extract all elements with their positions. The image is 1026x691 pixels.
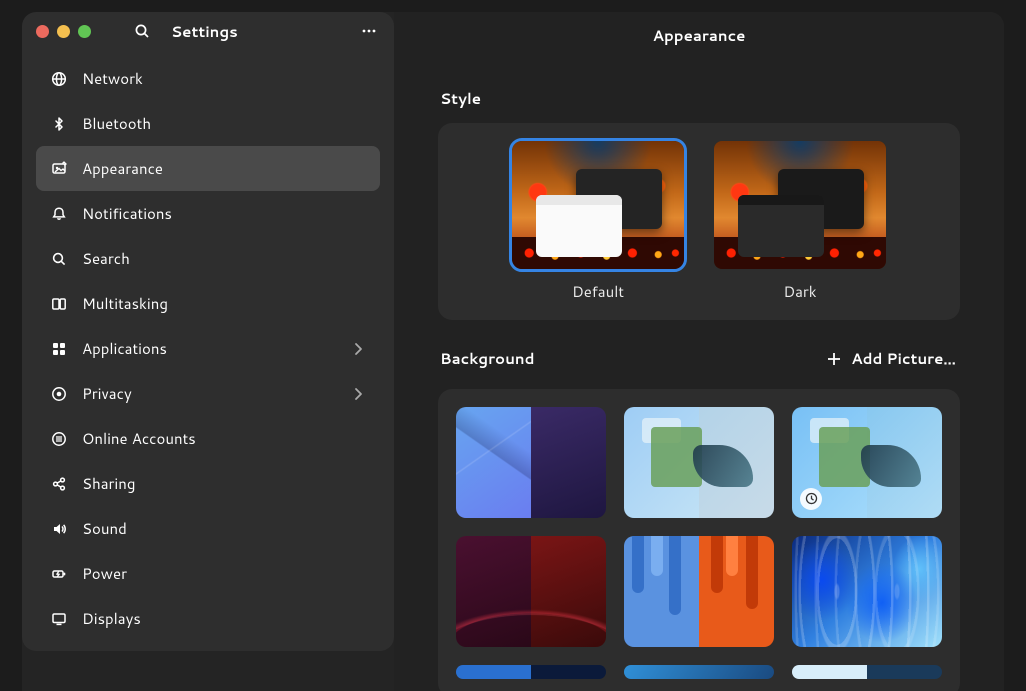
sidebar-item-sharing[interactable]: Sharing xyxy=(36,461,380,506)
sidebar-item-label: Sharing xyxy=(82,473,366,494)
main-menu-button[interactable] xyxy=(352,14,386,48)
display-icon xyxy=(50,610,68,628)
add-picture-label: Add Picture… xyxy=(851,348,956,369)
sidebar-item-sound[interactable]: Sound xyxy=(36,506,380,551)
sidebar-item-label: Bluetooth xyxy=(82,113,366,134)
background-card xyxy=(438,389,960,691)
sidebar-item-label: Sound xyxy=(82,518,366,539)
sidebar-item-label: Notifications xyxy=(82,203,366,224)
sidebar-item-label: Power xyxy=(82,563,366,584)
network-icon xyxy=(50,70,68,88)
sidebar-item-appearance[interactable]: Appearance xyxy=(36,146,380,191)
content: Appearance Style Default xyxy=(394,12,1004,691)
wallpaper-drips-blue-orange[interactable] xyxy=(624,536,774,647)
page-body: Style Default xyxy=(394,58,1004,691)
sidebar-nav: Network Bluetooth Appearance Notifications S… xyxy=(22,50,394,651)
close-window-button[interactable] xyxy=(36,25,49,38)
share-icon xyxy=(50,475,68,493)
wallpaper-waves-magenta-red[interactable] xyxy=(456,536,606,647)
wallpaper-grid xyxy=(456,407,942,679)
sidebar-item-search[interactable]: Search xyxy=(36,236,380,281)
settings-window: Settings Network Bluetooth Appearance Notif… xyxy=(22,12,1004,691)
sidebar-title: Settings xyxy=(171,21,344,42)
sidebar-item-applications[interactable]: Applications xyxy=(36,326,380,371)
sidebar-item-multitasking[interactable]: Multitasking xyxy=(36,281,380,326)
sidebar-item-label: Displays xyxy=(82,608,366,629)
sidebar: Settings Network Bluetooth Appearance Notif… xyxy=(22,12,394,651)
sidebar-item-label: Search xyxy=(82,248,366,269)
wallpaper-partial-a[interactable] xyxy=(456,665,606,679)
wallpaper-glass-green-blue[interactable] xyxy=(792,407,942,518)
section-title-style: Style xyxy=(440,88,960,109)
dynamic-wallpaper-icon xyxy=(800,488,822,510)
sidebar-item-displays[interactable]: Displays xyxy=(36,596,380,641)
sidebar-item-privacy[interactable]: Privacy xyxy=(36,371,380,416)
wallpaper-marble-blue[interactable] xyxy=(792,536,942,647)
bluetooth-icon xyxy=(50,115,68,133)
bell-icon xyxy=(50,205,68,223)
sidebar-item-online-accounts[interactable]: Online Accounts xyxy=(36,416,380,461)
sound-icon xyxy=(50,520,68,538)
sidebar-item-label: Privacy xyxy=(82,383,336,404)
wallpaper-partial-c[interactable] xyxy=(792,665,942,679)
window-controls xyxy=(30,25,91,38)
sidebar-item-label: Applications xyxy=(82,338,336,359)
plus-icon xyxy=(827,352,841,366)
section-header-background: Background Add Picture… xyxy=(440,342,960,375)
sidebar-item-label: Online Accounts xyxy=(82,428,366,449)
style-thumb-default[interactable] xyxy=(512,141,684,269)
style-thumb-dark[interactable] xyxy=(714,141,886,269)
sidebar-header: Settings xyxy=(22,12,394,50)
appearance-icon xyxy=(50,160,68,178)
minimize-window-button[interactable] xyxy=(57,25,70,38)
kebab-icon xyxy=(361,23,377,39)
sidebar-item-label: Appearance xyxy=(82,158,366,179)
style-label-default: Default xyxy=(572,281,624,302)
section-title-background: Background xyxy=(440,348,535,369)
wallpaper-partial-b[interactable] xyxy=(624,665,774,679)
chevron-right-icon xyxy=(350,386,366,402)
sidebar-item-label: Multitasking xyxy=(82,293,366,314)
sidebar-item-label: Network xyxy=(82,68,366,89)
wallpaper-hexes-blue-purple[interactable] xyxy=(456,407,606,518)
style-option-dark[interactable]: Dark xyxy=(714,141,886,302)
sidebar-item-network[interactable]: Network xyxy=(36,56,380,101)
wallpaper-glass-green-light[interactable] xyxy=(624,407,774,518)
accounts-icon xyxy=(50,430,68,448)
search-button[interactable] xyxy=(125,14,159,48)
sidebar-item-power[interactable]: Power xyxy=(36,551,380,596)
search-icon xyxy=(50,250,68,268)
style-label-dark: Dark xyxy=(783,281,816,302)
multitask-icon xyxy=(50,295,68,313)
sidebar-item-notifications[interactable]: Notifications xyxy=(36,191,380,236)
power-icon xyxy=(50,565,68,583)
privacy-icon xyxy=(50,385,68,403)
search-icon xyxy=(134,23,150,39)
sidebar-item-bluetooth[interactable]: Bluetooth xyxy=(36,101,380,146)
style-card: Default Dark xyxy=(438,123,960,320)
maximize-window-button[interactable] xyxy=(78,25,91,38)
page-title: Appearance xyxy=(394,12,1004,58)
style-options: Default Dark xyxy=(456,141,942,302)
chevron-right-icon xyxy=(350,341,366,357)
style-option-default[interactable]: Default xyxy=(512,141,684,302)
add-picture-button[interactable]: Add Picture… xyxy=(823,342,960,375)
apps-icon xyxy=(50,340,68,358)
